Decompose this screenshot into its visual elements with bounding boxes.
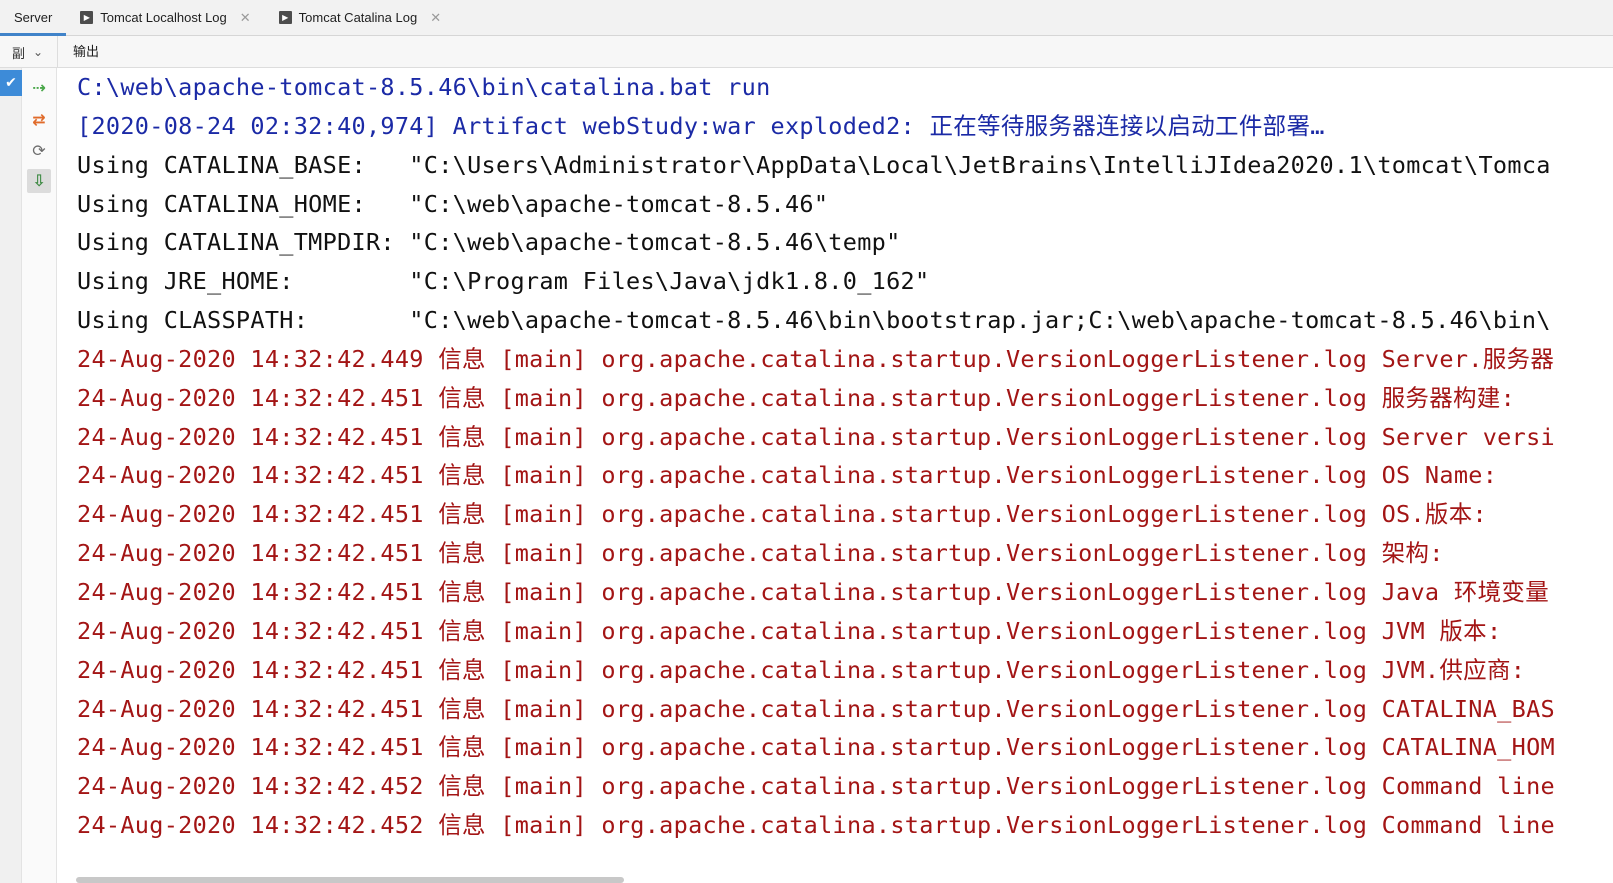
- undeploy-icon[interactable]: ⇄: [27, 108, 51, 132]
- sub-header: 副 ⌄ 输出: [0, 36, 1613, 68]
- tab-tomcat-catalina-log[interactable]: ▶ Tomcat Catalina Log ✕: [265, 0, 455, 35]
- console-play-icon: ▶: [278, 11, 292, 24]
- check-icon: ✔: [0, 70, 22, 96]
- action-toolbar: ⇢ ⇄ ⟳ ⇩: [22, 68, 57, 883]
- console-lines: C:\web\apache-tomcat-8.5.46\bin\catalina…: [77, 68, 1613, 845]
- console-line: 24-Aug-2020 14:32:42.451 信息 [main] org.a…: [77, 577, 1550, 606]
- console-output[interactable]: C:\web\apache-tomcat-8.5.46\bin\catalina…: [58, 68, 1613, 883]
- tab-bar: Server ▶ Tomcat Localhost Log ✕ ▶ Tomcat…: [0, 0, 1613, 36]
- refresh-icon[interactable]: ⟳: [27, 139, 51, 163]
- console-line: 24-Aug-2020 14:32:42.451 信息 [main] org.a…: [77, 616, 1502, 645]
- console-line: Using CATALINA_TMPDIR: "C:\web\apache-to…: [77, 228, 901, 257]
- console-line: 24-Aug-2020 14:32:42.451 信息 [main] org.a…: [77, 461, 1498, 490]
- console-line: [2020-08-24 02:32:40,974] Artifact webSt…: [77, 111, 1325, 140]
- console-line: 24-Aug-2020 14:32:42.449 信息 [main] org.a…: [77, 344, 1555, 373]
- tab-tomcat-localhost-log[interactable]: ▶ Tomcat Localhost Log ✕: [66, 0, 264, 35]
- console-line: Using JRE_HOME: "C:\Program Files\Java\j…: [77, 267, 930, 296]
- deployment-label: 副: [12, 45, 26, 61]
- console-line: Using CATALINA_BASE: "C:\Users\Administr…: [77, 150, 1551, 179]
- tab-label: Tomcat Catalina Log: [298, 10, 418, 25]
- deploy-icon[interactable]: ⇢: [27, 76, 51, 100]
- close-icon[interactable]: ✕: [430, 10, 441, 26]
- horizontal-scrollbar[interactable]: [76, 877, 624, 883]
- console-line: Using CLASSPATH: "C:\web\apache-tomcat-8…: [77, 306, 1551, 335]
- deployment-dropdown[interactable]: 副 ⌄: [0, 36, 58, 68]
- status-column: ✔: [0, 68, 22, 883]
- console-line: 24-Aug-2020 14:32:42.451 信息 [main] org.a…: [77, 383, 1516, 412]
- console-line: 24-Aug-2020 14:32:42.451 信息 [main] org.a…: [77, 694, 1555, 723]
- tab-server[interactable]: Server: [0, 0, 67, 36]
- tab-label: Server: [14, 10, 53, 25]
- output-label: 输出: [73, 44, 100, 59]
- console-line: 24-Aug-2020 14:32:42.451 信息 [main] org.a…: [77, 733, 1555, 762]
- update-icon[interactable]: ⇩: [27, 169, 51, 193]
- chevron-down-icon: ⌄: [33, 45, 44, 59]
- console-play-icon: ▶: [80, 11, 94, 24]
- console-line: C:\web\apache-tomcat-8.5.46\bin\catalina…: [77, 73, 771, 101]
- console-line: Using CATALINA_HOME: "C:\web\apache-tomc…: [77, 189, 829, 218]
- console-line: 24-Aug-2020 14:32:42.452 信息 [main] org.a…: [77, 772, 1555, 801]
- console-line: 24-Aug-2020 14:32:42.451 信息 [main] org.a…: [77, 422, 1555, 451]
- tab-label: Tomcat Localhost Log: [100, 10, 227, 25]
- console-line: 24-Aug-2020 14:32:42.451 信息 [main] org.a…: [77, 539, 1444, 568]
- console-line: 24-Aug-2020 14:32:42.451 信息 [main] org.a…: [77, 655, 1526, 684]
- console-line: 24-Aug-2020 14:32:42.451 信息 [main] org.a…: [77, 500, 1487, 529]
- close-icon[interactable]: ✕: [240, 10, 251, 26]
- console-line: 24-Aug-2020 14:32:42.452 信息 [main] org.a…: [77, 811, 1555, 840]
